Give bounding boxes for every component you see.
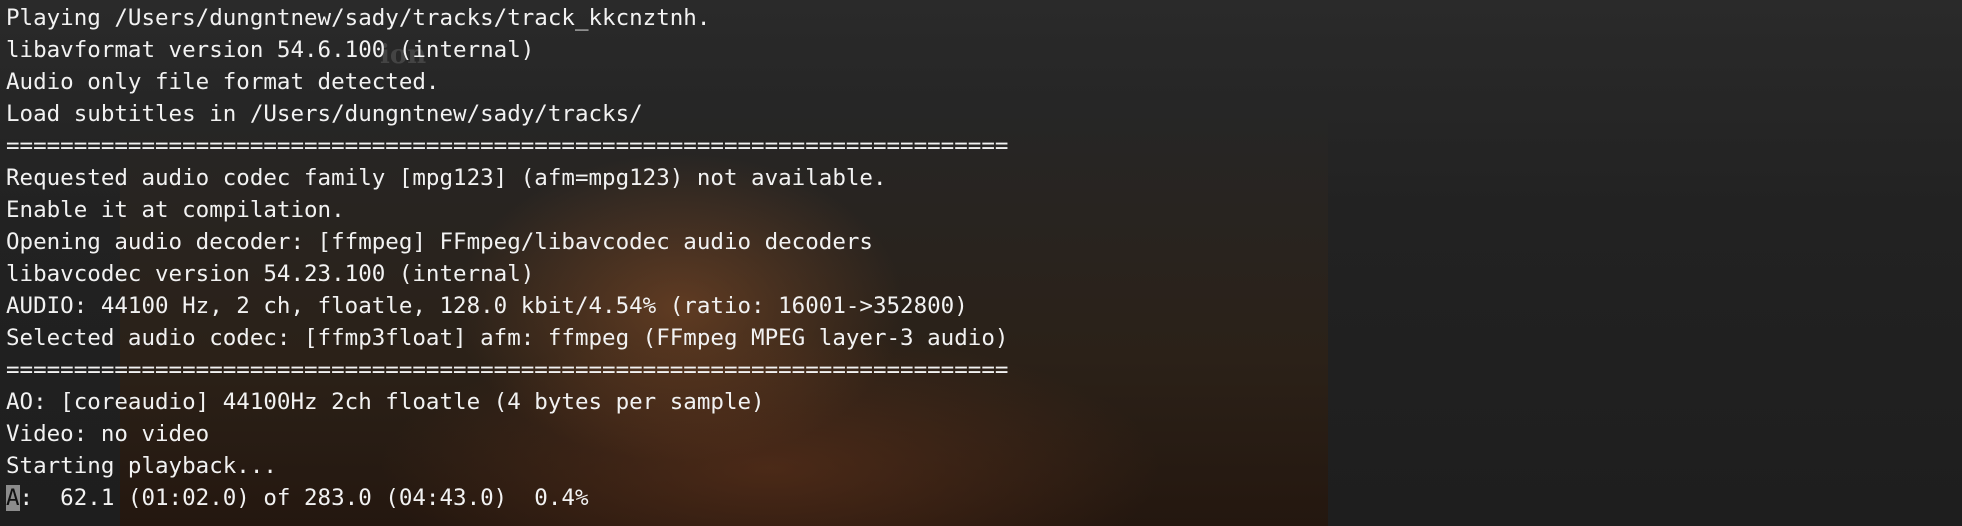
terminal-line: libavcodec version 54.23.100 (internal) [6,261,535,287]
terminal-separator: ========================================… [6,133,1009,159]
terminal-line: Video: no video [6,421,210,447]
terminal-line: Selected audio codec: [ffmp3float] afm: … [6,325,1009,351]
terminal-separator: ========================================… [6,357,1009,383]
terminal-cursor: A [6,485,20,511]
terminal-line: AO: [coreaudio] 44100Hz 2ch floatle (4 b… [6,389,765,415]
terminal-output[interactable]: Playing /Users/dungntnew/sady/tracks/tra… [0,0,1962,526]
terminal-line: Audio only file format detected. [6,69,440,95]
playback-status: : 62.1 (01:02.0) of 283.0 (04:43.0) 0.4% [19,485,589,511]
terminal-line: libavformat version 54.6.100 (internal) [6,37,535,63]
terminal-line: AUDIO: 44100 Hz, 2 ch, floatle, 128.0 kb… [6,293,968,319]
terminal-line: Playing /Users/dungntnew/sady/tracks/tra… [6,5,711,31]
terminal-line: Enable it at compilation. [6,197,345,223]
terminal-line: Starting playback... [6,453,277,479]
terminal-line: Requested audio codec family [mpg123] (a… [6,165,887,191]
terminal-line: Opening audio decoder: [ffmpeg] FFmpeg/l… [6,229,873,255]
terminal-line: Load subtitles in /Users/dungntnew/sady/… [6,101,643,127]
playback-status-line: A: 62.1 (01:02.0) of 283.0 (04:43.0) 0.4… [6,482,1962,514]
